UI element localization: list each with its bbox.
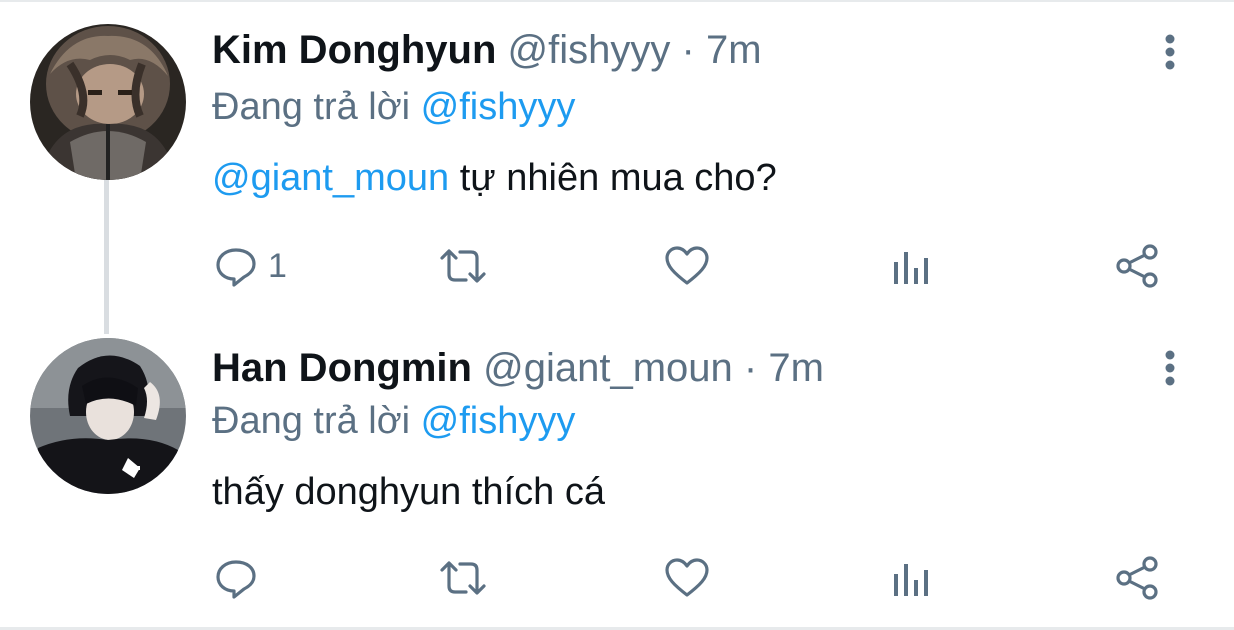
reply-count: 1 [268, 246, 287, 285]
retweet-button[interactable] [438, 550, 488, 606]
tweet-actions [0, 550, 1234, 606]
replying-to-mention[interactable]: @fishyyy [421, 400, 576, 442]
like-icon [665, 246, 709, 285]
analytics-icon [894, 564, 928, 596]
tweet-mention[interactable]: @giant_moun [212, 157, 449, 199]
retweet-button[interactable] [438, 238, 488, 294]
author-handle[interactable]: @fishyyy [508, 28, 671, 72]
avatar[interactable] [30, 338, 186, 494]
tweet-text-content: thấy donghyun thích cá [212, 471, 605, 513]
analytics-button[interactable] [890, 238, 934, 294]
more-vertical-icon [1165, 350, 1175, 386]
retweet-icon [440, 249, 486, 283]
reply-icon [216, 560, 256, 599]
analytics-button[interactable] [890, 550, 934, 606]
tweet-thread: Kim Donghyun @fishyyy · 7m Đang trả lời … [0, 0, 1234, 630]
retweet-icon [440, 561, 486, 595]
replying-to-label: Đang trả lời [212, 400, 411, 442]
separator-dot: · [681, 28, 695, 72]
tweet-header: Han Dongmin @giant_moun · 7m [212, 342, 824, 394]
tweet-item[interactable]: Han Dongmin @giant_moun · 7m Đang trả lờ… [0, 318, 1234, 628]
reply-button[interactable]: 1 [214, 238, 287, 294]
share-button[interactable] [1114, 550, 1160, 606]
tweet-text: @giant_moun tự nhiên mua cho? [212, 152, 777, 204]
analytics-icon [894, 252, 928, 284]
share-icon [1116, 556, 1158, 600]
like-button[interactable] [664, 238, 710, 294]
like-button[interactable] [664, 550, 710, 606]
timestamp[interactable]: 7m [768, 346, 824, 390]
reply-icon [216, 248, 256, 287]
tweet-item[interactable]: Kim Donghyun @fishyyy · 7m Đang trả lời … [0, 2, 1234, 320]
replying-to-label: Đang trả lời [212, 86, 411, 128]
tweet-header: Kim Donghyun @fishyyy · 7m [212, 24, 762, 76]
reply-button[interactable] [214, 550, 268, 606]
author-handle[interactable]: @giant_moun [483, 346, 733, 390]
more-vertical-icon [1165, 34, 1175, 70]
tweet-text-content: tự nhiên mua cho? [449, 157, 777, 199]
replying-to-mention[interactable]: @fishyyy [421, 86, 576, 128]
tweet-actions: 1 [0, 238, 1234, 294]
separator-dot: · [743, 346, 758, 390]
tweet-text: thấy donghyun thích cá [212, 466, 605, 518]
replying-to: Đang trả lời @fishyyy [212, 82, 575, 132]
more-options-button[interactable] [1156, 32, 1184, 72]
avatar[interactable] [30, 24, 186, 180]
author-name[interactable]: Kim Donghyun [212, 28, 496, 72]
replying-to: Đang trả lời @fishyyy [212, 396, 575, 446]
like-icon [665, 558, 709, 597]
author-name[interactable]: Han Dongmin [212, 346, 472, 390]
share-button[interactable] [1114, 238, 1160, 294]
share-icon [1116, 244, 1158, 288]
timestamp[interactable]: 7m [706, 28, 762, 72]
more-options-button[interactable] [1156, 348, 1184, 388]
